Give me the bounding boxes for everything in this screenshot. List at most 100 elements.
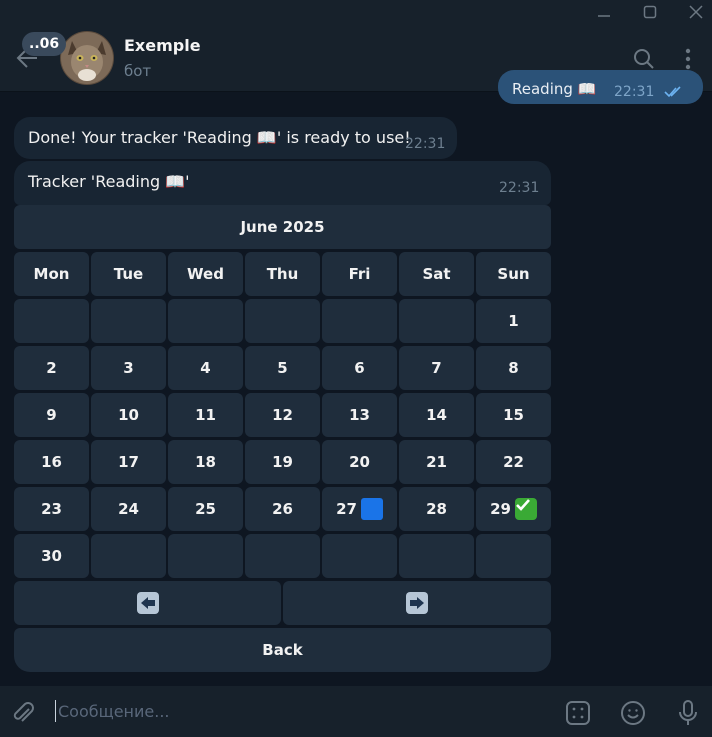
calendar-day-button[interactable]: 12 (245, 393, 320, 437)
calendar-day-button[interactable]: 2 (14, 346, 89, 390)
day-label: Fri (348, 265, 371, 283)
check-mark-icon (514, 498, 537, 520)
calendar-empty-cell[interactable] (399, 534, 474, 578)
calendar-day-button[interactable]: 5 (245, 346, 320, 390)
close-icon[interactable] (682, 2, 710, 22)
day-label: Tue (113, 265, 144, 283)
incoming-message[interactable]: Done! Your tracker 'Reading 📖' is ready … (14, 117, 457, 159)
calendar-day-button[interactable]: 29 (476, 487, 551, 531)
weekday-header[interactable]: Wed (168, 252, 243, 296)
incoming-message[interactable]: Tracker 'Reading 📖' 22:31 (14, 161, 551, 205)
text-caret (55, 700, 56, 722)
calendar-empty-cell[interactable] (476, 534, 551, 578)
calendar-empty-cell[interactable] (322, 534, 397, 578)
weekday-header[interactable]: Mon (14, 252, 89, 296)
blue-square-icon (360, 498, 383, 520)
calendar-day-button[interactable]: 25 (168, 487, 243, 531)
more-options-icon[interactable] (675, 46, 701, 72)
day-label: 26 (272, 500, 293, 518)
calendar-empty-cell[interactable] (399, 299, 474, 343)
maximize-icon[interactable] (636, 2, 664, 22)
left-arrow-icon (136, 592, 159, 614)
calendar-empty-cell[interactable] (91, 299, 166, 343)
day-label: 1 (508, 312, 519, 330)
message-time: 22:31 (614, 84, 655, 100)
calendar-day-button[interactable]: 9 (14, 393, 89, 437)
day-label: 27 (336, 500, 357, 518)
calendar-day-button[interactable]: 23 (14, 487, 89, 531)
day-label: Sun (497, 265, 530, 283)
double-check-icon (664, 86, 681, 98)
search-icon[interactable] (631, 46, 657, 72)
calendar-day-button[interactable]: 30 (14, 534, 89, 578)
weekday-header[interactable]: Sun (476, 252, 551, 296)
day-label: 12 (272, 406, 293, 424)
calendar-empty-cell[interactable] (168, 299, 243, 343)
message-text: Tracker 'Reading 📖' (28, 172, 190, 191)
calendar-day-button[interactable]: 10 (91, 393, 166, 437)
chat-status: бот (124, 62, 152, 80)
calendar-day-button[interactable]: 3 (91, 346, 166, 390)
calendar-empty-cell[interactable] (245, 299, 320, 343)
day-label: 6 (354, 359, 365, 377)
calendar-day-button[interactable]: 21 (399, 440, 474, 484)
calendar-day-button[interactable]: 8 (476, 346, 551, 390)
calendar-day-button[interactable]: 19 (245, 440, 320, 484)
weekday-header[interactable]: Sat (399, 252, 474, 296)
calendar-empty-cell[interactable] (91, 534, 166, 578)
calendar-day-button[interactable]: 18 (168, 440, 243, 484)
prev-month-button[interactable] (14, 581, 281, 625)
calendar-empty-cell[interactable] (168, 534, 243, 578)
day-label: 16 (41, 453, 62, 471)
day-label: 17 (118, 453, 139, 471)
calendar-day-button[interactable]: 20 (322, 440, 397, 484)
outgoing-message[interactable]: Reading 📖 22:31 (498, 70, 703, 104)
day-label: Mon (33, 265, 70, 283)
calendar-day-button[interactable]: 17 (91, 440, 166, 484)
weekday-header[interactable]: Thu (245, 252, 320, 296)
avatar[interactable] (60, 31, 114, 85)
day-label: 2 (46, 359, 57, 377)
unread-badge: ..06 (22, 32, 67, 56)
bot-commands-icon[interactable] (563, 698, 593, 728)
emoji-icon[interactable] (618, 698, 648, 728)
calendar-day-button[interactable]: 13 (322, 393, 397, 437)
calendar-day-button[interactable]: 24 (91, 487, 166, 531)
calendar-day-button[interactable]: 11 (168, 393, 243, 437)
day-label: Sat (422, 265, 451, 283)
next-month-button[interactable] (283, 581, 551, 625)
calendar-day-button[interactable]: 4 (168, 346, 243, 390)
day-label: Thu (266, 265, 299, 283)
day-label: 24 (118, 500, 139, 518)
calendar-empty-cell[interactable] (322, 299, 397, 343)
calendar-day-button[interactable]: 27 (322, 487, 397, 531)
minimize-icon[interactable] (590, 2, 618, 22)
attach-icon[interactable] (8, 698, 38, 728)
day-label: 19 (272, 453, 293, 471)
calendar-empty-cell[interactable] (14, 299, 89, 343)
calendar-day-button[interactable]: 1 (476, 299, 551, 343)
day-label: 25 (195, 500, 216, 518)
calendar-day-button[interactable]: 15 (476, 393, 551, 437)
month-label-button[interactable]: June 2025 (14, 205, 551, 249)
message-input[interactable]: Сообщение... (58, 702, 170, 721)
calendar-day-button[interactable]: 22 (476, 440, 551, 484)
calendar-day-button[interactable]: 7 (399, 346, 474, 390)
microphone-icon[interactable] (673, 698, 703, 728)
day-label: 9 (46, 406, 57, 424)
chat-name[interactable]: Exemple (124, 36, 201, 55)
day-label: 10 (118, 406, 139, 424)
window-titlebar (0, 0, 712, 24)
calendar-day-button[interactable]: 28 (399, 487, 474, 531)
calendar-day-button[interactable]: 16 (14, 440, 89, 484)
weekday-header[interactable]: Fri (322, 252, 397, 296)
weekday-header[interactable]: Tue (91, 252, 166, 296)
calendar-day-button[interactable]: 6 (322, 346, 397, 390)
calendar-day-button[interactable]: 26 (245, 487, 320, 531)
calendar-day-button[interactable]: 14 (399, 393, 474, 437)
day-label: 21 (426, 453, 447, 471)
day-label: Wed (187, 265, 224, 283)
back-button[interactable]: Back (14, 628, 551, 672)
calendar-empty-cell[interactable] (245, 534, 320, 578)
message-time: 22:31 (405, 136, 446, 152)
